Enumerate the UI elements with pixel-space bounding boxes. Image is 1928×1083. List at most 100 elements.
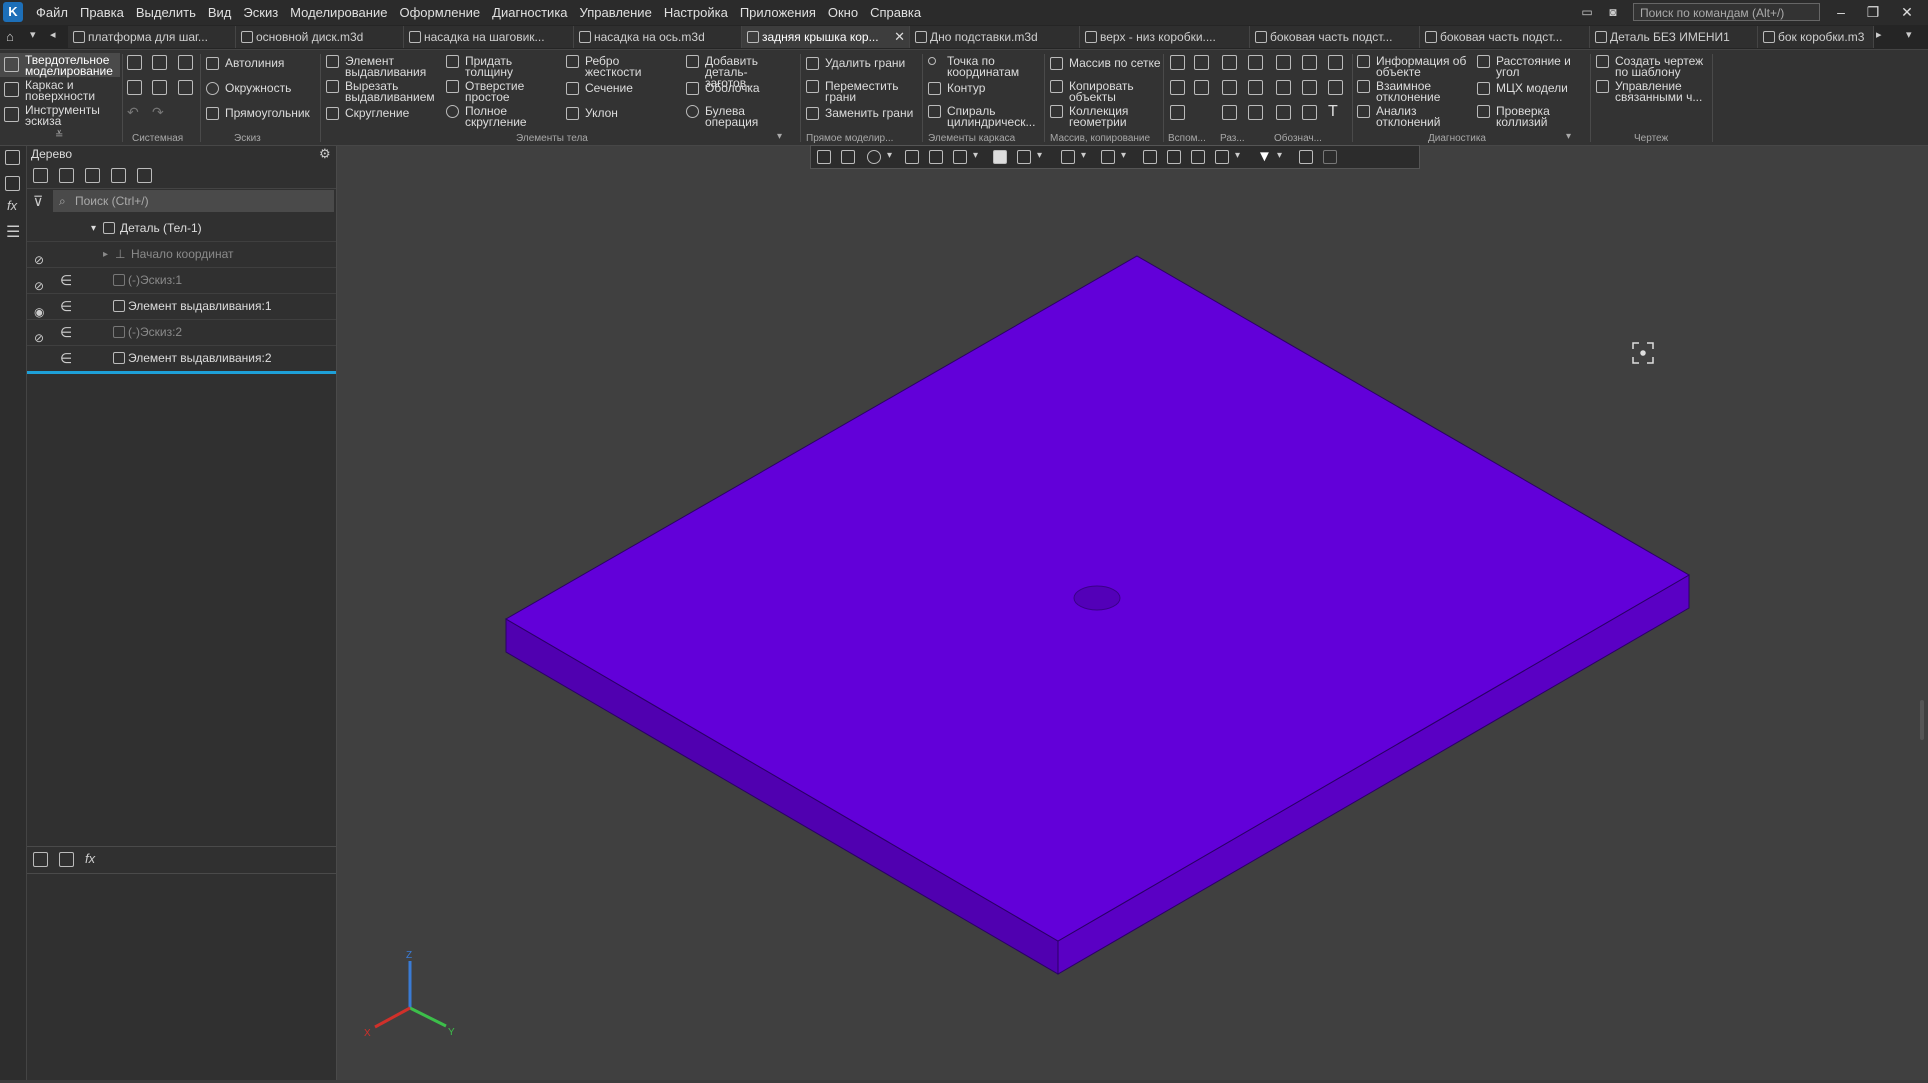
display-icon[interactable] [1101, 150, 1115, 164]
undo-icon[interactable]: ↶ [127, 104, 139, 121]
menu-sketch[interactable]: Эскиз [237, 0, 284, 25]
thread-icon[interactable] [1276, 55, 1291, 70]
chevron-down-icon[interactable]: ▾ [887, 150, 892, 161]
tolerance-icon[interactable] [1328, 80, 1343, 95]
shaded-cube-icon[interactable] [993, 150, 1007, 164]
save-icon[interactable] [178, 55, 193, 70]
chevron-down-icon[interactable]: ▾ [30, 28, 36, 41]
filter-icon[interactable]: ⊽ [33, 193, 43, 210]
diameter-icon[interactable] [1248, 80, 1263, 95]
mode-solid-modeling[interactable]: Твердотельное моделирование [0, 53, 120, 77]
tabs-list-icon[interactable]: ▾ [1906, 28, 1912, 41]
line-icon[interactable] [1170, 105, 1185, 120]
mark-icon[interactable] [1276, 105, 1291, 120]
tab-document[interactable]: Дно подставки.m3d [910, 26, 1080, 48]
variables-icon[interactable]: fx [7, 198, 17, 213]
command-search-input[interactable]: Поиск по командам (Alt+/) [1633, 3, 1820, 21]
close-icon[interactable]: ✕ [1894, 2, 1920, 22]
new-file-icon[interactable] [127, 55, 142, 70]
chevron-down-icon[interactable]: ▾ [1277, 150, 1282, 161]
chevron-down-icon[interactable]: ▾ [1235, 150, 1240, 161]
menu-diagnostics[interactable]: Диагностика [486, 0, 573, 25]
chevron-down-icon[interactable]: ▾ [1121, 150, 1126, 161]
wireframe-cube-icon[interactable] [1017, 150, 1031, 164]
tab-document[interactable]: бок коробки.m3 [1758, 26, 1874, 48]
menu-help[interactable]: Справка [864, 0, 927, 25]
section-view-icon[interactable] [1167, 150, 1181, 164]
menu-settings[interactable]: Настройка [658, 0, 734, 25]
tab-document[interactable]: боковая часть подст... [1420, 26, 1590, 48]
home-icon[interactable]: ⌂ [6, 29, 14, 44]
tree-search-input[interactable]: ⌕ Поиск (Ctrl+/) [53, 190, 334, 212]
menu-design[interactable]: Оформление [393, 0, 486, 25]
tab-close-icon[interactable]: ✕ [894, 26, 905, 48]
properties-icon[interactable] [152, 80, 167, 95]
filter-icon[interactable]: ▼ [1257, 148, 1272, 165]
tree-tab-icon[interactable] [33, 852, 48, 867]
orientation-icon[interactable] [953, 150, 967, 164]
menu-view[interactable]: Вид [202, 0, 238, 25]
redo-icon[interactable]: ↷ [152, 104, 164, 121]
tree-select-icon[interactable] [111, 168, 126, 183]
expand-icon[interactable]: ▾ [91, 216, 96, 241]
tabs-left-arrow-icon[interactable]: ◂ [50, 28, 56, 41]
tab-document[interactable]: основной диск.m3d [236, 26, 404, 48]
base-icon[interactable] [1302, 80, 1317, 95]
dimension-icon[interactable] [1222, 55, 1237, 70]
zoom-icon[interactable] [867, 150, 881, 164]
tree-item-origin[interactable]: ⊘ ▸ ⊥ Начало координат [27, 242, 336, 268]
plane-icon[interactable] [1170, 55, 1185, 70]
tree-item-extrude-1[interactable]: ◉ ∈ Элемент выдавливания:1 [27, 294, 336, 320]
layout-icon[interactable]: ▭ [1578, 4, 1596, 20]
save-all-icon[interactable] [178, 80, 193, 95]
tab-document[interactable]: боковая часть подст... [1250, 26, 1420, 48]
collapse-icon[interactable]: ▸ [103, 242, 108, 267]
tab-document[interactable]: насадка на шаговик... [404, 26, 574, 48]
app-logo-icon[interactable]: K [3, 2, 23, 22]
tab-document[interactable]: насадка на ось.m3d [574, 26, 742, 48]
leader-icon[interactable] [1276, 80, 1291, 95]
radius-icon[interactable] [1248, 55, 1263, 70]
menu-modeling[interactable]: Моделирование [284, 0, 393, 25]
camera-icon[interactable]: ◙ [1604, 4, 1622, 20]
tab-document[interactable]: платформа для шаг... [68, 26, 236, 48]
menu-file[interactable]: Файл [30, 0, 74, 25]
tree-item-part[interactable]: ▾ Деталь (Тел-1) [27, 216, 336, 242]
layers-icon[interactable]: ☰ [6, 222, 20, 242]
gear-icon[interactable]: ⚙ [319, 146, 331, 162]
tab-document[interactable]: Деталь БЕЗ ИМЕНИ1 [1590, 26, 1758, 48]
hide-icon[interactable] [1061, 150, 1075, 164]
3d-viewport[interactable]: Z Y X [337, 146, 1928, 1080]
viewport-scrollbar[interactable] [1920, 700, 1924, 740]
tab-document-active[interactable]: задняя крышка кор... ✕ [742, 26, 910, 48]
properties-panel-icon[interactable] [5, 176, 20, 191]
print-icon[interactable] [127, 80, 142, 95]
measure-icon[interactable] [1299, 150, 1313, 164]
restore-icon[interactable]: ❐ [1860, 2, 1886, 22]
cs-icon[interactable] [1194, 80, 1209, 95]
mode-sketch-tools[interactable]: Инструменты эскиза [0, 103, 120, 127]
open-file-icon[interactable] [152, 55, 167, 70]
pan-icon[interactable] [905, 150, 919, 164]
group-more-icon[interactable]: ▾ [777, 131, 782, 142]
rotate-icon[interactable] [929, 150, 943, 164]
menu-manage[interactable]: Управление [574, 0, 658, 25]
properties-tab-icon[interactable] [59, 852, 74, 867]
menu-window[interactable]: Окно [822, 0, 864, 25]
variables-tab-icon[interactable]: fx [85, 851, 95, 866]
pencil-icon[interactable] [1323, 150, 1337, 164]
roughness-icon[interactable] [1328, 55, 1343, 70]
tree-item-sketch-1[interactable]: ⊘ ∈ (-)Эскиз:1 [27, 268, 336, 294]
chevron-down-icon[interactable]: ▾ [973, 150, 978, 161]
weld-icon[interactable] [1302, 105, 1317, 120]
tree-hierarchy-icon[interactable] [59, 168, 74, 183]
tree-item-sketch-2[interactable]: ⊘ ∈ (-)Эскиз:2 [27, 320, 336, 346]
tabs-right-arrow-icon[interactable]: ▸ [1876, 28, 1882, 41]
tree-structure-icon[interactable] [33, 168, 48, 183]
expand-modes-icon[interactable]: ≚ [55, 130, 63, 141]
grid-icon[interactable] [817, 150, 831, 164]
datum-icon[interactable] [1302, 55, 1317, 70]
snap-icon[interactable] [1143, 150, 1157, 164]
perspective-icon[interactable] [1191, 150, 1205, 164]
chevron-down-icon[interactable]: ▾ [1081, 150, 1086, 161]
